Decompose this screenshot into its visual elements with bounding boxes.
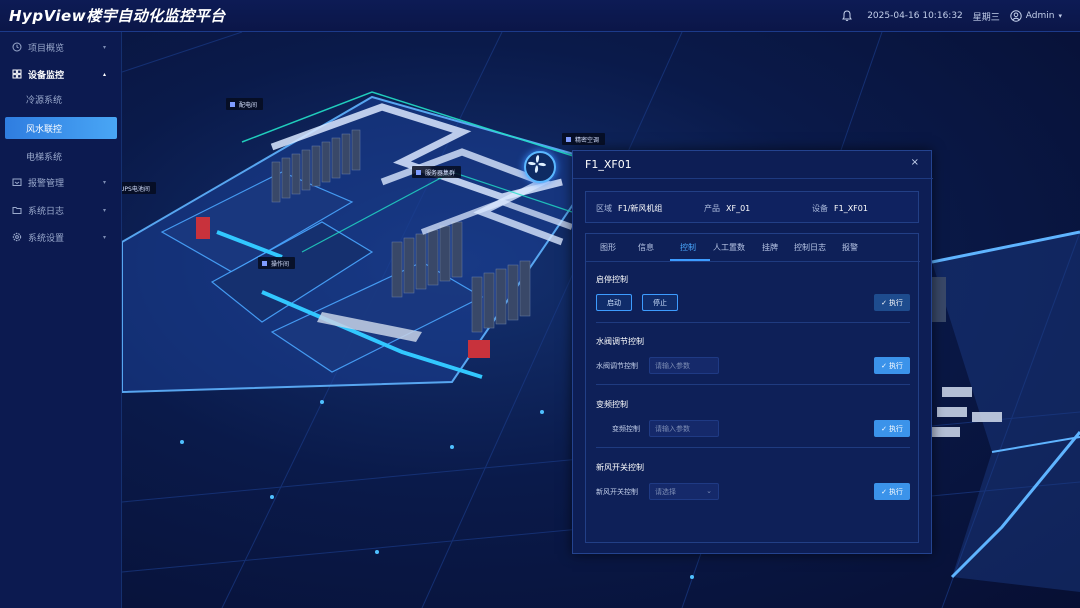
- scene-tag-distribution-room[interactable]: 配电间: [226, 98, 264, 110]
- tab-manual-set[interactable]: 人工置数: [713, 242, 745, 253]
- bell-icon[interactable]: [841, 10, 853, 22]
- sidebar-item-alarm[interactable]: 报警管理 ▾: [0, 169, 122, 195]
- room-marker-icon: [566, 136, 571, 142]
- chevron-down-icon: ▾: [1058, 12, 1062, 20]
- device-dialog: F1_XF01 × 区域 F1/新风机组 产品 XF_01 设备 F1_XF01 图形…: [572, 150, 933, 554]
- tab-info[interactable]: 信息: [638, 242, 654, 253]
- fan-icon[interactable]: [524, 151, 556, 183]
- execute-button-start-stop[interactable]: ✓ 执行: [874, 294, 910, 311]
- header-right: 2025-04-16 10:16:32 星期三 Admin ▾: [841, 0, 1062, 32]
- section-divider: [596, 384, 910, 385]
- section-title-freq: 变频控制: [596, 400, 628, 409]
- tab-bar: 图形 信息 控制 人工置数 挂牌 控制日志 报警: [586, 234, 920, 262]
- app-title: HypView楼宇自动化监控平台: [9, 7, 226, 25]
- start-button[interactable]: 启动: [596, 294, 632, 311]
- freq-label: 变频控制: [612, 425, 640, 433]
- sidebar-item-overview[interactable]: 项目概览 ▾: [0, 34, 122, 60]
- sidebar-subitem-cold-source[interactable]: 冷源系统: [0, 88, 122, 110]
- valve-input[interactable]: 请输入参数: [649, 357, 719, 374]
- tab-graphics[interactable]: 图形: [600, 242, 616, 253]
- section-title-valve: 水阀调节控制: [596, 337, 644, 346]
- user-icon: [1010, 10, 1022, 22]
- check-icon: ✓: [881, 424, 887, 433]
- section-divider: [596, 447, 910, 448]
- room-marker-icon: [262, 260, 267, 266]
- fresh-air-select[interactable]: 请选择 ⌄: [649, 483, 719, 500]
- sidebar-item-logs[interactable]: 系统日志 ▾: [0, 197, 122, 223]
- info-area: 区域 F1/新风机组: [596, 204, 663, 213]
- chevron-up-icon: ▴: [102, 70, 106, 78]
- check-icon: ✓: [881, 298, 887, 307]
- header-weekday: 星期三: [972, 12, 1000, 23]
- dialog-divider: [573, 178, 933, 179]
- room-marker-icon: [230, 101, 235, 107]
- chevron-down-icon: ▾: [102, 233, 106, 241]
- clock-icon: [12, 42, 22, 52]
- room-marker-icon: [416, 169, 421, 175]
- section-title-fresh-air: 新风开关控制: [596, 463, 644, 472]
- sidebar: 项目概览 ▾ 设备监控 ▴ 冷源系统 风水联控 电梯系统 报警管理 ▾ 系统日志…: [0, 32, 122, 608]
- sidebar-item-settings[interactable]: 系统设置 ▾: [0, 224, 122, 250]
- freq-input[interactable]: 请输入参数: [649, 420, 719, 437]
- app-header: HypView楼宇自动化监控平台 2025-04-16 10:16:32 星期三…: [0, 0, 1080, 32]
- dialog-title: F1_XF01: [585, 158, 632, 171]
- chevron-down-icon: ▾: [102, 43, 106, 51]
- stop-button[interactable]: 停止: [642, 294, 678, 311]
- section-title-start-stop: 启停控制: [596, 275, 628, 284]
- device-info: 区域 F1/新风机组 产品 XF_01 设备 F1_XF01: [585, 191, 919, 223]
- execute-button-fresh-air[interactable]: ✓ 执行: [874, 483, 910, 500]
- sidebar-subitem-air-water[interactable]: 风水联控: [5, 117, 117, 139]
- alarm-icon: [12, 177, 22, 187]
- chevron-down-icon: ⌄: [706, 487, 712, 495]
- info-device: 设备 F1_XF01: [812, 204, 868, 213]
- sidebar-subitem-elevator[interactable]: 电梯系统: [0, 145, 122, 167]
- tab-tagging[interactable]: 挂牌: [762, 242, 778, 253]
- fresh-air-label: 新风开关控制: [596, 488, 638, 496]
- close-icon[interactable]: ×: [911, 157, 919, 168]
- check-icon: ✓: [881, 487, 887, 496]
- info-product: 产品 XF_01: [704, 204, 751, 213]
- folder-icon: [12, 205, 22, 215]
- gear-icon: [12, 232, 22, 242]
- check-icon: ✓: [881, 361, 887, 370]
- grid-icon: [12, 69, 22, 79]
- user-menu[interactable]: Admin ▾: [1010, 10, 1062, 22]
- scene-tag-precision-ac[interactable]: 精密空调: [562, 133, 606, 145]
- scene-tag-operation-room[interactable]: 操作间: [258, 257, 296, 269]
- user-name: Admin: [1025, 11, 1055, 21]
- tab-alarm[interactable]: 报警: [842, 242, 858, 253]
- active-tab-indicator: [670, 259, 710, 261]
- chevron-down-icon: ▾: [102, 206, 106, 214]
- valve-label: 水阀调节控制: [596, 362, 638, 370]
- scene-tag-ups-room[interactable]: UPS电池间: [122, 182, 156, 194]
- scene-tag-server-cluster[interactable]: 服务器集群: [412, 166, 462, 178]
- execute-button-freq[interactable]: ✓ 执行: [874, 420, 910, 437]
- tab-control-log[interactable]: 控制日志: [794, 242, 826, 253]
- section-divider: [596, 322, 910, 323]
- execute-button-valve[interactable]: ✓ 执行: [874, 357, 910, 374]
- control-card: 图形 信息 控制 人工置数 挂牌 控制日志 报警 启停控制 启动 停止 ✓ 执行 …: [585, 233, 920, 543]
- chevron-down-icon: ▾: [102, 178, 106, 186]
- header-datetime: 2025-04-16 10:16:32: [867, 11, 963, 21]
- tab-control[interactable]: 控制: [680, 242, 696, 253]
- sidebar-item-device-monitor[interactable]: 设备监控 ▴: [0, 61, 122, 87]
